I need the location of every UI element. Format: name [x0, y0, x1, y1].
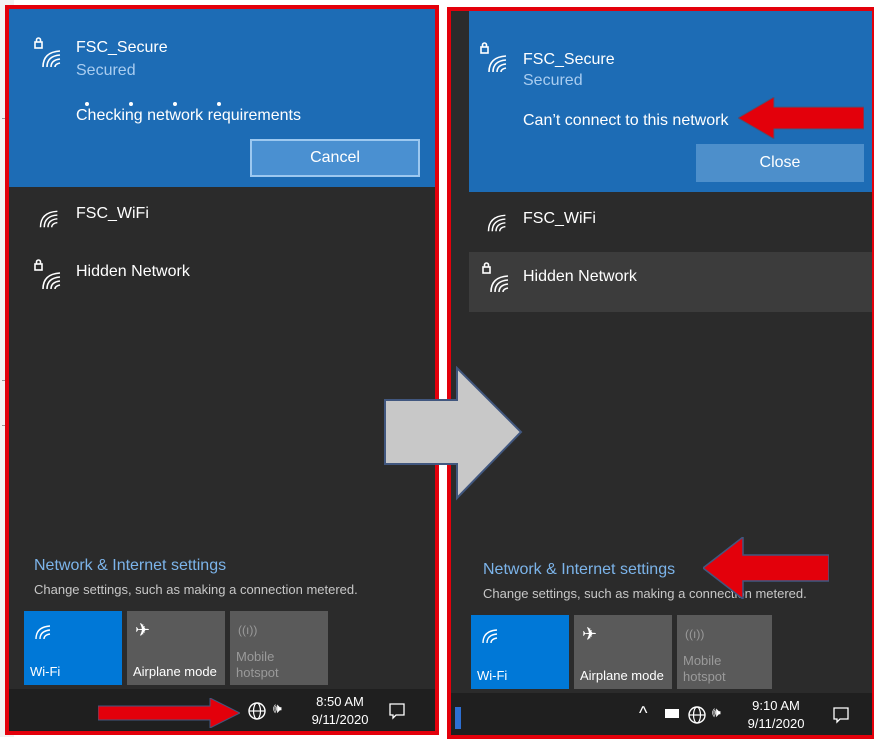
battery-icon[interactable] [665, 709, 679, 718]
clock-date: 9/11/2020 [747, 716, 805, 731]
tile-label: Wi-Fi [30, 664, 61, 679]
secured-wifi-icon [34, 37, 61, 68]
network-security: Secured [523, 72, 583, 89]
taskbar-clock[interactable]: 8:50 AM 9/11/2020 [305, 693, 375, 729]
wifi-tile[interactable]: Wi-Fi [471, 615, 569, 689]
mobile-hotspot-tile: ((ı)) Mobile hotspot [677, 615, 772, 689]
volume-icon[interactable]: 🕪 [712, 704, 721, 721]
volume-icon[interactable]: 🕪 [273, 700, 282, 717]
network-name: Hidden Network [76, 263, 190, 280]
network-settings-description: Change settings, such as making a connec… [34, 582, 358, 597]
taskbar-clock[interactable]: 9:10 AM 9/11/2020 [741, 697, 811, 733]
network-globe-icon[interactable] [247, 701, 267, 721]
connection-status: Can’t connect to this network [523, 112, 729, 129]
wifi-icon [487, 214, 506, 232]
network-name: FSC_Secure [76, 39, 168, 56]
network-item-fsc-wifi[interactable]: FSC_WiFi [7, 187, 437, 249]
secured-wifi-icon [34, 259, 61, 290]
red-pointer-arrow-settings [703, 537, 829, 599]
secured-wifi-icon [480, 42, 507, 73]
network-item-hidden-network[interactable]: Hidden Network [7, 249, 437, 311]
wifi-icon [35, 625, 51, 640]
active-network-card[interactable]: FSC_Secure Secured Checking network requ… [7, 7, 437, 187]
taskbar-app-strip[interactable] [455, 707, 461, 729]
tile-label: Airplane mode [580, 668, 664, 683]
network-item-fsc-wifi[interactable]: FSC_WiFi [469, 192, 874, 252]
network-name: Hidden Network [523, 268, 637, 285]
network-name: FSC_Secure [523, 51, 615, 68]
mobile-hotspot-tile: ((ı)) Mobile hotspot [230, 611, 328, 685]
clock-time: 8:50 AM [316, 694, 364, 709]
airplane-mode-tile[interactable]: ✈ Airplane mode [574, 615, 672, 689]
wifi-icon [39, 210, 58, 228]
close-button[interactable]: Close [696, 144, 864, 182]
clock-date: 9/11/2020 [311, 712, 369, 727]
airplane-mode-tile[interactable]: ✈ Airplane mode [127, 611, 225, 685]
secured-wifi-icon [482, 262, 509, 293]
connection-status: Checking network requirements [76, 107, 301, 124]
tile-label: Wi-Fi [477, 668, 508, 683]
airplane-icon: ✈ [582, 624, 598, 644]
hotspot-icon: ((ı)) [685, 627, 705, 641]
clock-time: 9:10 AM [752, 698, 800, 713]
cancel-button[interactable]: Cancel [250, 139, 420, 177]
network-item-hidden-network[interactable]: Hidden Network [469, 252, 874, 312]
network-name: FSC_WiFi [76, 205, 149, 222]
tile-label: Mobile hotspot [236, 649, 279, 680]
taskbar: ^ 🕪 9:10 AM 9/11/2020 [449, 693, 874, 737]
tile-label: Airplane mode [133, 664, 217, 679]
network-globe-icon[interactable] [687, 705, 707, 725]
wifi-tile[interactable]: Wi-Fi [24, 611, 122, 685]
show-hidden-icons-chevron-icon[interactable]: ^ [639, 703, 647, 724]
hotspot-icon: ((ı)) [238, 623, 258, 637]
transition-arrow [384, 366, 523, 501]
tile-label: Mobile hotspot [683, 653, 726, 684]
network-security: Secured [76, 62, 136, 79]
action-center-icon[interactable] [387, 701, 407, 721]
network-settings-link[interactable]: Network & Internet settings [34, 557, 226, 575]
red-pointer-arrow-status [738, 97, 864, 139]
network-settings-link[interactable]: Network & Internet settings [483, 561, 675, 579]
wifi-icon [482, 629, 498, 644]
red-pointer-arrow-taskbar [98, 698, 240, 728]
action-center-icon[interactable] [831, 705, 851, 725]
left-network-flyout: FSC_Secure Secured Checking network requ… [7, 7, 437, 733]
airplane-icon: ✈ [135, 620, 151, 640]
network-name: FSC_WiFi [523, 210, 596, 227]
